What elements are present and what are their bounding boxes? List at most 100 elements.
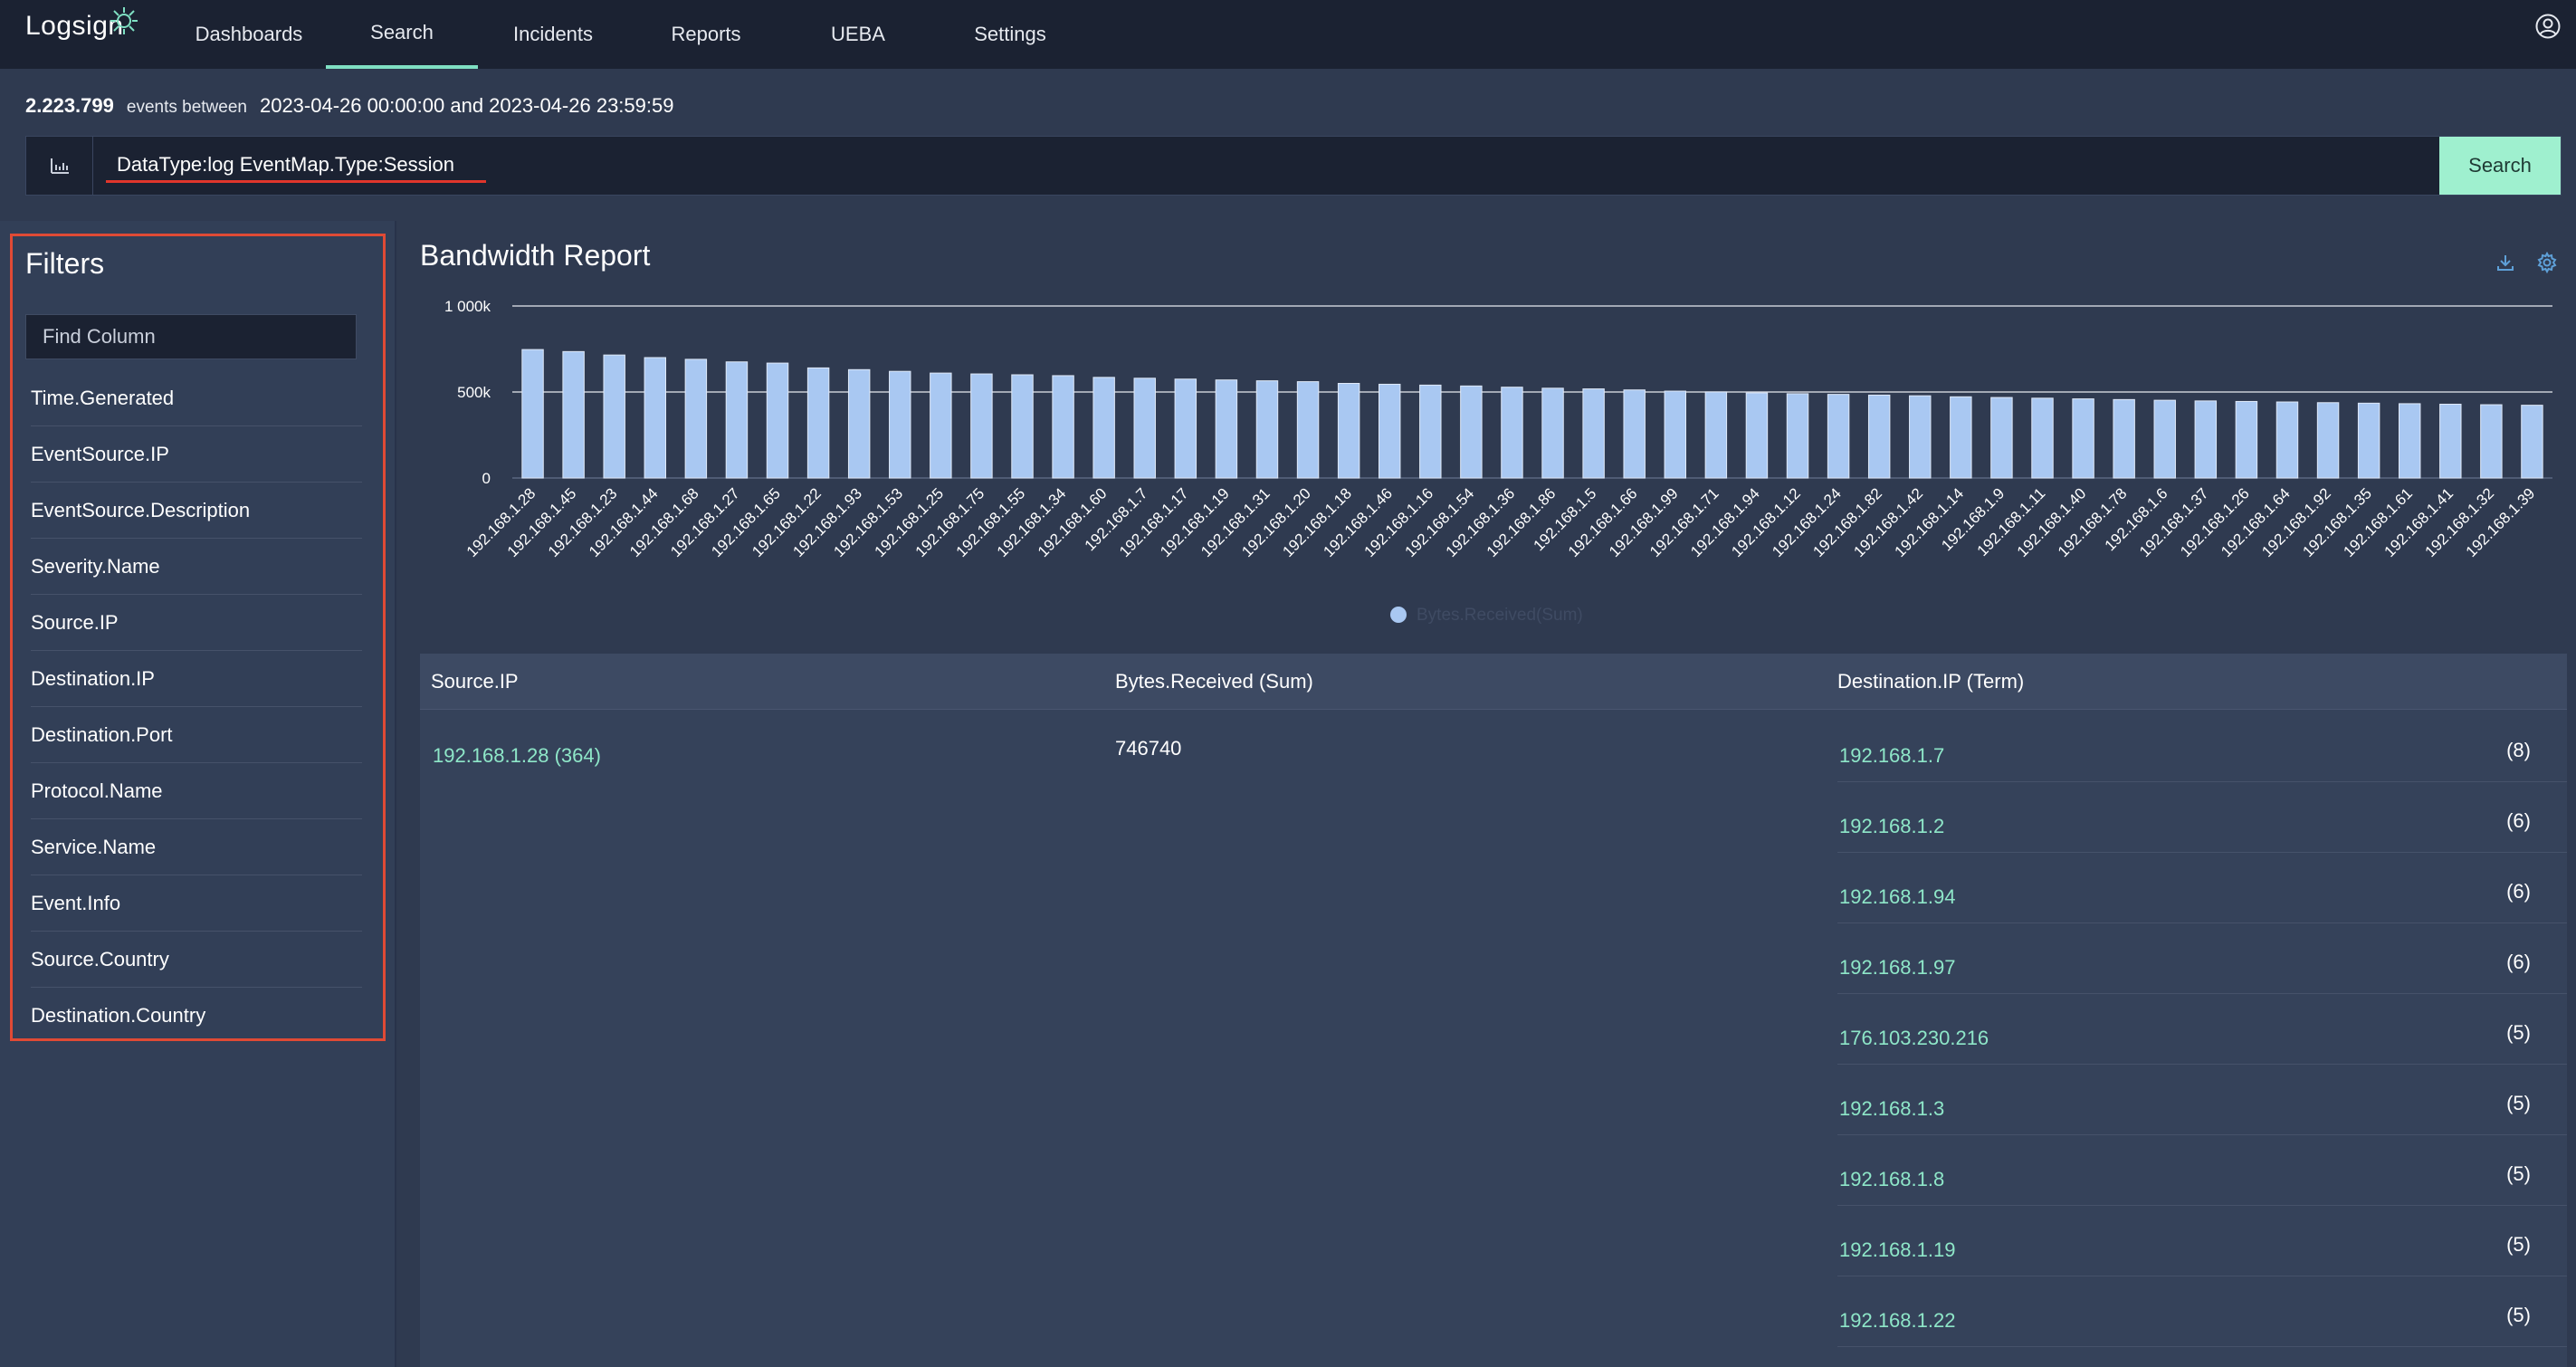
filter-item[interactable]: Source.Country — [31, 932, 362, 988]
destination-count: (8) — [2506, 739, 2531, 761]
filter-item[interactable]: Destination.IP — [31, 651, 362, 707]
bar — [684, 358, 708, 479]
top-navbar: Logsign Dashboards Search Incidents Repo… — [0, 0, 2576, 69]
date-range[interactable]: 2023-04-26 00:00:00 and 2023-04-26 23:59… — [260, 94, 674, 118]
destination-count: (5) — [2506, 1162, 2531, 1185]
bar — [1174, 378, 1197, 479]
logo[interactable]: Logsign — [25, 7, 138, 42]
bar — [2235, 400, 2258, 479]
bar — [1745, 392, 1769, 479]
bar — [562, 350, 585, 479]
column-header-bytes-received[interactable]: Bytes.Received (Sum) — [1115, 670, 1313, 693]
search-bar: DataType:log EventMap.Type:Session Searc… — [25, 136, 2562, 196]
bar — [1092, 377, 1115, 479]
bar — [1378, 383, 1401, 479]
logo-mark-icon — [110, 7, 138, 34]
table-row: 192.168.1.97 (6) — [1837, 923, 2567, 994]
table-row: 192.168.1.3 (5) — [1837, 1065, 2567, 1135]
bar — [1052, 375, 1074, 479]
destination-ip-link[interactable]: 192.168.1.2 — [1839, 815, 1944, 838]
events-between-label: events between — [126, 98, 247, 117]
bar — [2194, 400, 2218, 479]
destination-ip-link[interactable]: 192.168.1.94 — [1839, 885, 1955, 909]
destination-ip-link[interactable]: 192.168.1.3 — [1839, 1097, 1944, 1121]
table-row: 192.168.1.8 (5) — [1837, 1135, 2567, 1206]
filter-item[interactable]: Source.IP — [31, 595, 362, 651]
bar-chart-icon — [50, 158, 69, 174]
report-actions — [2495, 252, 2558, 273]
bar — [1950, 396, 1972, 479]
bar — [1215, 379, 1238, 479]
bar — [2275, 401, 2299, 479]
filter-item[interactable]: Destination.Port — [31, 707, 362, 763]
query-highlight-underline — [106, 180, 486, 183]
filter-list: Time.Generated EventSource.IP EventSourc… — [31, 370, 362, 1044]
table-header: Source.IP Bytes.Received (Sum) Destinati… — [420, 654, 2567, 710]
bar — [1337, 383, 1360, 479]
destination-ip-link[interactable]: 192.168.1.97 — [1839, 956, 1955, 980]
report-title: Bandwidth Report — [420, 239, 651, 272]
bar — [1541, 387, 1564, 479]
nav-incidents[interactable]: Incidents — [489, 0, 617, 69]
destination-ip-link[interactable]: 192.168.1.8 — [1839, 1168, 1944, 1191]
nav-dashboards[interactable]: Dashboards — [177, 0, 320, 69]
bar — [1786, 393, 1809, 479]
find-column-input[interactable] — [25, 314, 357, 359]
bar — [847, 368, 871, 479]
bar — [1011, 374, 1034, 479]
bar — [1664, 390, 1687, 479]
filters-panel: Filters Time.Generated EventSource.IP Ev… — [10, 234, 386, 1041]
nav-ueba[interactable]: UEBA — [797, 0, 920, 69]
filter-item[interactable]: EventSource.IP — [31, 426, 362, 483]
bandwidth-bar-chart: 1 000k500k0192.168.1.28192.168.1.45192.1… — [444, 298, 2552, 625]
nav-search[interactable]: Search — [326, 0, 478, 69]
search-button[interactable]: Search — [2439, 137, 2561, 195]
destination-ip-link[interactable]: 192.168.1.19 — [1839, 1238, 1955, 1262]
bar — [1133, 378, 1156, 479]
bar — [644, 357, 667, 479]
bar — [2113, 398, 2135, 479]
source-ip-value[interactable]: 192.168.1.28 (364) — [433, 744, 601, 768]
destination-ip-link[interactable]: 176.103.230.216 — [1839, 1027, 1989, 1050]
destination-ip-link[interactable]: 192.168.1.22 — [1839, 1309, 1955, 1333]
user-circle-icon[interactable] — [2534, 13, 2562, 40]
search-query[interactable]: DataType:log EventMap.Type:Session — [117, 153, 454, 177]
bar — [766, 362, 789, 479]
bar — [2480, 404, 2503, 479]
bar — [2153, 399, 2176, 479]
nav-settings[interactable]: Settings — [945, 0, 1075, 69]
bar — [806, 367, 830, 479]
bar — [2521, 405, 2543, 479]
column-header-source-ip[interactable]: Source.IP — [431, 670, 519, 693]
filter-item[interactable]: Event.Info — [31, 875, 362, 932]
bar — [1255, 380, 1279, 479]
chart-toggle-button[interactable] — [26, 137, 93, 195]
destination-count: (5) — [2506, 1092, 2531, 1114]
bar — [1460, 385, 1483, 479]
destination-count: (6) — [2506, 951, 2531, 973]
bar — [1990, 397, 2013, 479]
bar — [1827, 394, 1850, 479]
download-icon[interactable] — [2495, 252, 2516, 273]
filter-item[interactable]: Time.Generated — [31, 370, 362, 426]
filter-item[interactable]: Destination.Country — [31, 988, 362, 1044]
filter-item[interactable]: Protocol.Name — [31, 763, 362, 819]
bar — [970, 373, 993, 479]
bar — [1909, 395, 1932, 479]
bar — [930, 372, 952, 479]
destination-count: (6) — [2506, 809, 2531, 832]
destination-ip-link[interactable]: 192.168.1.7 — [1839, 744, 1944, 768]
bar — [2316, 402, 2340, 479]
filter-item[interactable]: Severity.Name — [31, 539, 362, 595]
bar — [2357, 402, 2380, 479]
y-tick-label: 500k — [457, 384, 491, 401]
legend-label: Bytes.Received(Sum) — [1417, 606, 1583, 625]
nav-reports[interactable]: Reports — [643, 0, 769, 69]
filter-item[interactable]: EventSource.Description — [31, 483, 362, 539]
filter-item[interactable]: Service.Name — [31, 819, 362, 875]
bar — [889, 370, 911, 479]
event-summary: 2.223.799 events between 2023-04-26 00:0… — [25, 94, 673, 121]
y-tick-label: 0 — [482, 470, 491, 487]
settings-icon[interactable] — [2536, 252, 2558, 273]
column-header-destination-ip[interactable]: Destination.IP (Term) — [1837, 670, 2024, 693]
